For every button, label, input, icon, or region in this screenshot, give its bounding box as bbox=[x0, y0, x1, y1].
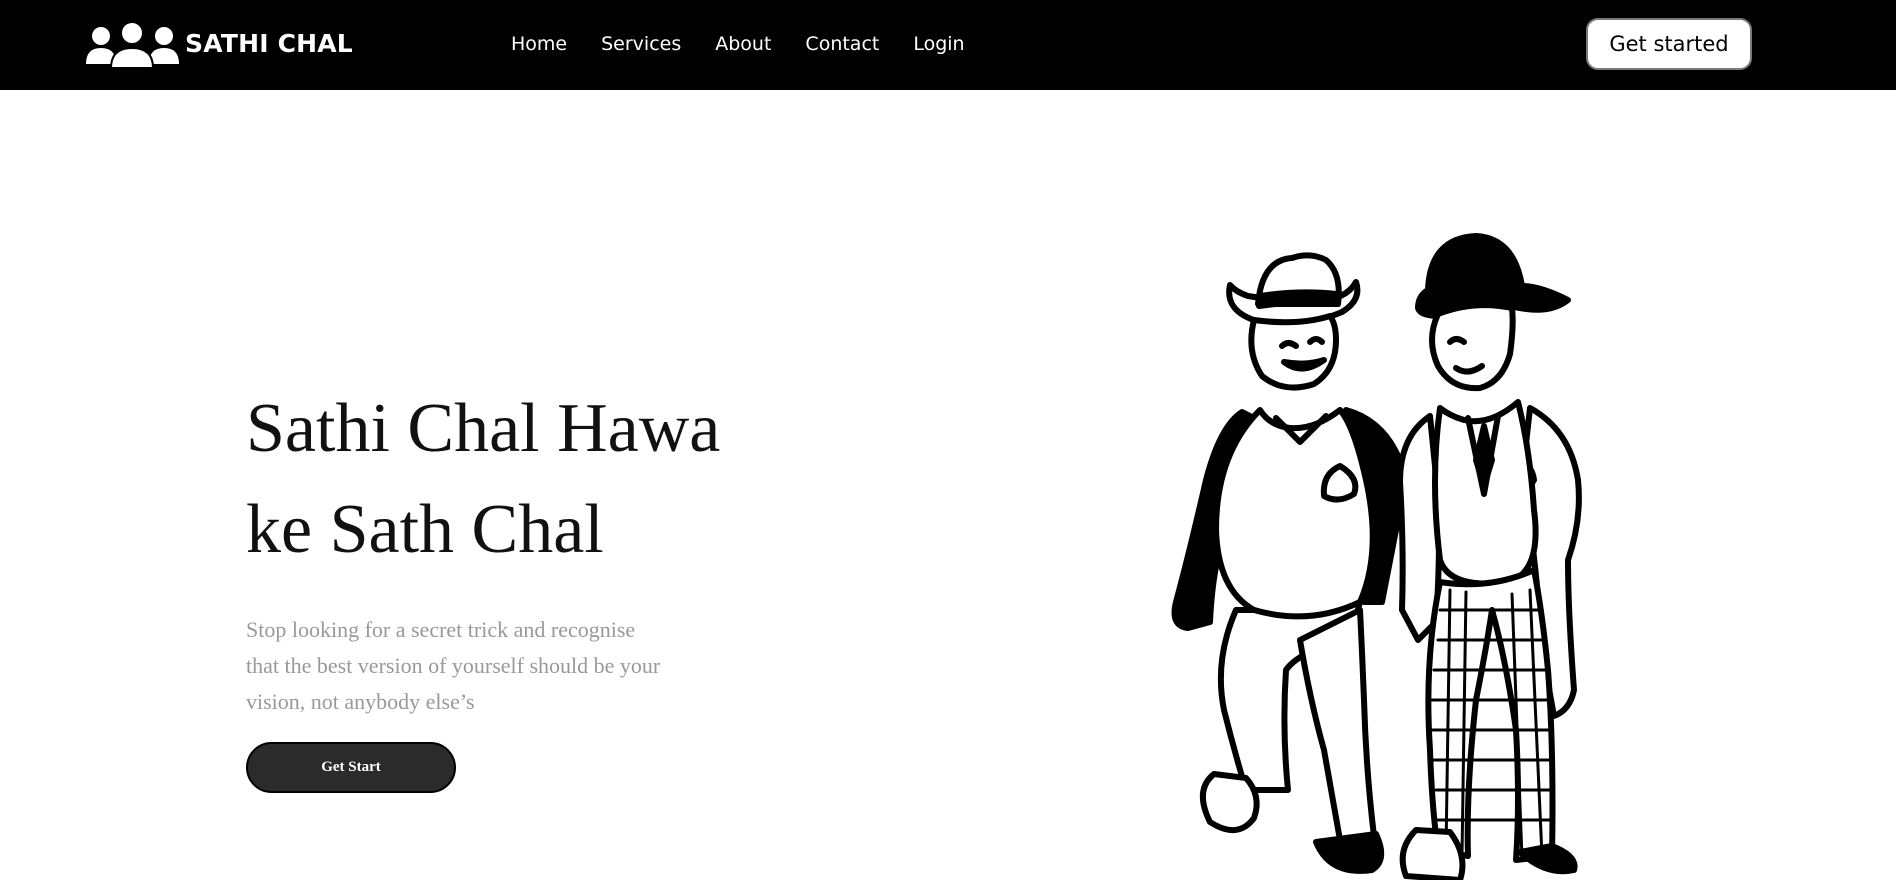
get-started-button[interactable]: Get started bbox=[1586, 18, 1752, 70]
hero-text-line-3: vision, not anybody else’s bbox=[246, 689, 475, 714]
hero-description: Stop looking for a secret trick and reco… bbox=[246, 612, 726, 720]
hero-title: Sathi Chal Hawa ke Sath Chal bbox=[246, 378, 806, 580]
main-nav: Home Services About Contact Login bbox=[511, 28, 999, 60]
hero-title-line-2: ke Sath Chal bbox=[246, 491, 604, 568]
brand-logo[interactable]: SATHI CHAL bbox=[85, 18, 353, 68]
group-of-people-icon bbox=[86, 21, 179, 68]
nav-link-services[interactable]: Services bbox=[601, 33, 681, 55]
hero-text-line-2: that the best version of yourself should… bbox=[246, 653, 661, 678]
get-start-button[interactable]: Get Start bbox=[246, 742, 456, 793]
nav-link-about[interactable]: About bbox=[715, 33, 771, 55]
hero-title-line-1: Sathi Chal Hawa bbox=[246, 390, 721, 467]
two-men-walking-illustration bbox=[1171, 233, 1582, 880]
nav-link-login[interactable]: Login bbox=[913, 33, 964, 55]
nav-link-home[interactable]: Home bbox=[511, 33, 567, 55]
nav-link-contact[interactable]: Contact bbox=[805, 33, 879, 55]
top-navbar: SATHI CHAL Home Services About Contact L… bbox=[0, 0, 1896, 90]
brand-name: SATHI CHAL bbox=[185, 28, 353, 58]
hero-text-line-1: Stop looking for a secret trick and reco… bbox=[246, 617, 636, 642]
